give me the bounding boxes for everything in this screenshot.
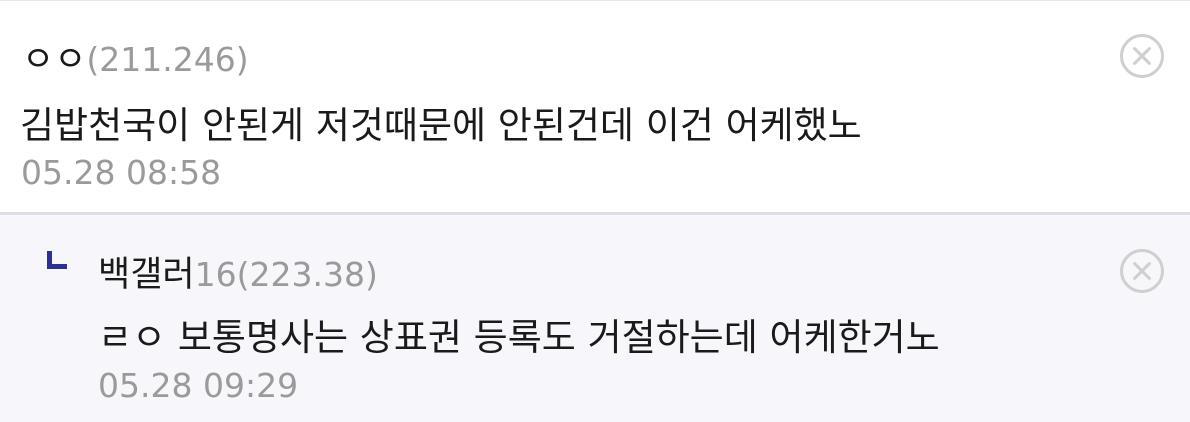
- reply-nickname[interactable]: 백갤러: [98, 246, 195, 297]
- delete-reply-button[interactable]: [1120, 249, 1164, 293]
- delete-comment-button[interactable]: [1120, 34, 1164, 78]
- reply-arrow-icon: [47, 251, 67, 269]
- comment-text: 김밥천국이 안된게 저것때문에 안된건데 이건 어케했노: [20, 104, 862, 147]
- reply-date: 05.28 09:29: [98, 366, 299, 405]
- comment-nickname[interactable]: ㅇㅇ: [22, 31, 86, 82]
- comment-author: ㅇㅇ (211.246): [22, 31, 249, 82]
- comment-date: 05.28 08:58: [21, 153, 222, 192]
- reply-ip: (223.38): [236, 255, 378, 294]
- reply-item: 백갤러 16 (223.38) ㄹㅇ 보통명사는 상표권 등록도 거절하는데 어…: [0, 212, 1190, 422]
- comment-ip: (211.246): [86, 40, 249, 79]
- reply-author: 백갤러 16 (223.38): [98, 246, 378, 297]
- reply-text: ㄹㅇ 보통명사는 상표권 등록도 거절하는데 어케한거노: [98, 316, 940, 359]
- reply-level: 16: [194, 255, 237, 294]
- comment-item: ㅇㅇ (211.246) 김밥천국이 안된게 저것때문에 안된건데 이건 어케했…: [0, 0, 1190, 212]
